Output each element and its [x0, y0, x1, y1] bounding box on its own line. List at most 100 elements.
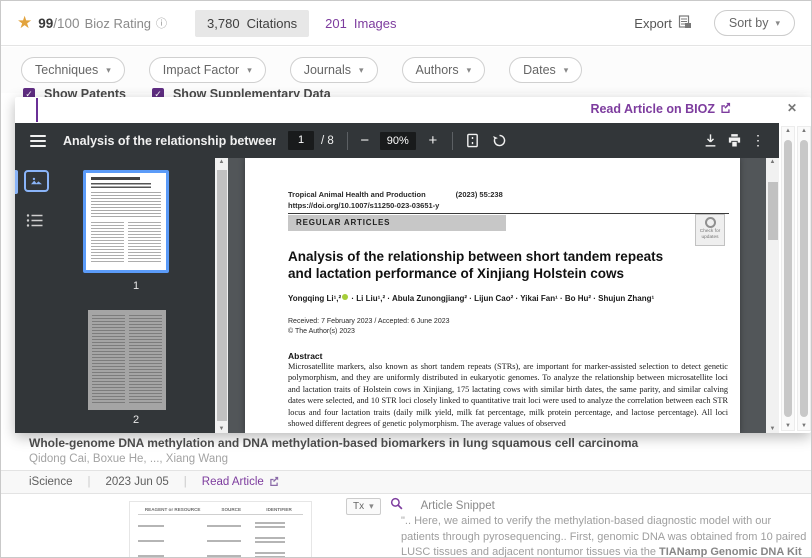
- figure-table-row: [138, 522, 303, 530]
- pdf-body: 1 2 ▲ ▼ Tropical Animal Health: [15, 158, 779, 433]
- filter-journals[interactable]: Journals ▾: [290, 57, 378, 83]
- paper-authors: Yongqing Li¹,² · Li Liu¹,² · Abula Zunon…: [288, 294, 654, 303]
- scrollbar-thumb[interactable]: [768, 182, 778, 240]
- filter-label: Authors: [416, 63, 459, 77]
- pdf-scrollbar[interactable]: ▲ ▼: [766, 158, 779, 433]
- outline-panel-icon[interactable]: [26, 213, 44, 233]
- rating-label: Bioz Rating: [85, 16, 151, 31]
- figure-table-row: [138, 552, 303, 558]
- meta-separator: |: [184, 476, 187, 488]
- export-button[interactable]: Export: [634, 15, 692, 32]
- citation-journal: iScience: [29, 476, 72, 488]
- zoom-level: 90%: [380, 132, 416, 150]
- page-number-input[interactable]: 1: [288, 131, 314, 150]
- chevron-down-icon: ▾: [775, 18, 780, 29]
- page-thumbnail-1[interactable]: [83, 170, 169, 273]
- filter-label: Dates: [523, 63, 556, 77]
- scrollbar-thumb[interactable]: [800, 140, 808, 417]
- page-thumbnail-2[interactable]: [88, 310, 166, 410]
- text-size-dropdown[interactable]: Tx ▾: [346, 498, 381, 515]
- scroll-down-icon[interactable]: ▼: [766, 426, 779, 432]
- scroll-down-icon[interactable]: ▼: [215, 426, 228, 432]
- tab-citations[interactable]: 3,780 Citations: [195, 10, 309, 37]
- paper-title-line2: and lactation performance of Xinjiang Ho…: [288, 265, 663, 282]
- sort-by-label: Sort by: [729, 16, 769, 30]
- abstract-heading: Abstract: [288, 351, 322, 361]
- received-line: Received: 7 February 2023 / Accepted: 6 …: [288, 317, 450, 327]
- pdf-modal: Read Article on BIOZ ✕ Analysis of the r…: [15, 97, 811, 433]
- external-link-icon: [720, 102, 731, 116]
- outer-scrollbar[interactable]: ▲ ▼: [797, 126, 811, 431]
- thumbnails-panel-icon[interactable]: [24, 170, 49, 192]
- citation-date: 2023 Jun 05: [105, 476, 168, 488]
- citation-authors: Qidong Cai, Boxue He, ..., Xiang Wang: [29, 453, 228, 465]
- filter-techniques[interactable]: Techniques ▾: [21, 57, 125, 83]
- snippet-heading: Article Snippet: [421, 500, 495, 512]
- copyright-line: © The Author(s) 2023: [288, 327, 450, 337]
- download-icon[interactable]: [703, 133, 718, 148]
- pdf-toolbar: Analysis of the relationship between sho…: [15, 123, 779, 158]
- scrollbar-thumb[interactable]: [217, 170, 227, 421]
- filter-authors[interactable]: Authors ▾: [402, 57, 486, 83]
- section-label: REGULAR ARTICLES: [288, 215, 506, 231]
- doi-link: https://doi.org/10.1007/s11250-023-03651…: [288, 201, 439, 210]
- print-icon[interactable]: [727, 133, 742, 148]
- external-link-icon: [269, 476, 279, 489]
- paper-title: Analysis of the relationship between sho…: [288, 248, 663, 282]
- top-bar: ★ 99 /100 Bioz Rating ⓘ 3,780 Citations …: [1, 1, 811, 46]
- chevron-down-icon: ▾: [564, 65, 569, 76]
- chevron-down-icon: ▾: [369, 501, 374, 512]
- citation-meta-bar: iScience | 2023 Jun 05 | Read Article: [1, 470, 811, 494]
- filter-label: Impact Factor: [163, 63, 239, 77]
- filter-dates[interactable]: Dates ▾: [509, 57, 582, 83]
- toolbar-divider: [452, 132, 453, 150]
- figure-col-header: REAGENT or RESOURCE: [138, 507, 207, 512]
- figure-col-header: SOURCE: [207, 507, 255, 512]
- modal-header: Read Article on BIOZ ✕: [15, 97, 811, 123]
- fit-page-icon[interactable]: [465, 133, 480, 148]
- chevron-down-icon: ▾: [106, 65, 111, 76]
- filter-label: Journals: [304, 63, 351, 77]
- check-updates-text: updates: [696, 235, 724, 241]
- close-icon[interactable]: ✕: [787, 101, 797, 115]
- scroll-up-icon[interactable]: ▲: [215, 159, 228, 165]
- figure-table-row: [138, 537, 303, 545]
- thumbnail-label: 2: [57, 414, 215, 426]
- thumbnail-scrollbar[interactable]: ▲ ▼: [215, 158, 228, 433]
- sort-by-dropdown[interactable]: Sort by ▾: [714, 10, 795, 36]
- citation-title[interactable]: Whole-genome DNA methylation and DNA met…: [29, 436, 638, 450]
- rotate-icon[interactable]: [492, 133, 507, 148]
- journal-issue: (2023) 55:238: [456, 190, 503, 199]
- figure-col-header: IDENTIFIER: [255, 507, 303, 512]
- scrollbar-thumb[interactable]: [784, 140, 792, 417]
- read-on-bioz-link[interactable]: Read Article on BIOZ: [590, 102, 731, 116]
- orcid-icon: [342, 294, 348, 300]
- snippet-product-bold: TIANamp Genomic DNA Kit: [659, 546, 802, 558]
- pdf-sidebar-strip: [15, 158, 57, 433]
- scroll-down-icon[interactable]: ▼: [798, 423, 810, 429]
- page-total: / 8: [321, 135, 334, 147]
- filter-impact-factor[interactable]: Impact Factor ▾: [149, 57, 266, 83]
- modal-scrollbar[interactable]: ▲ ▼: [781, 126, 795, 431]
- paper-title-line1: Analysis of the relationship between sho…: [288, 248, 663, 265]
- scroll-up-icon[interactable]: ▲: [798, 128, 810, 134]
- export-label: Export: [634, 16, 672, 31]
- zoom-out-button[interactable]: −: [359, 132, 371, 149]
- figure-thumbnail[interactable]: REAGENT or RESOURCE SOURCE IDENTIFIER: [129, 501, 312, 558]
- chevron-down-icon: ▾: [467, 65, 472, 76]
- pdf-title: Analysis of the relationship between sho…: [63, 134, 276, 148]
- card-accent-border: [36, 98, 38, 122]
- info-icon[interactable]: ⓘ: [156, 15, 167, 31]
- search-icon[interactable]: [390, 497, 403, 515]
- active-panel-indicator: [15, 170, 18, 194]
- chevron-down-icon: ▾: [359, 65, 364, 76]
- more-options-icon[interactable]: ⋮: [751, 132, 765, 149]
- menu-icon[interactable]: [30, 132, 46, 150]
- read-article-link[interactable]: Read Article: [202, 476, 279, 489]
- journal-name: Tropical Animal Health and Production: [288, 190, 426, 199]
- scroll-up-icon[interactable]: ▲: [766, 159, 779, 165]
- tab-images[interactable]: 201 Images: [325, 16, 396, 31]
- zoom-in-button[interactable]: +: [427, 132, 439, 149]
- scroll-up-icon[interactable]: ▲: [782, 128, 794, 134]
- scroll-down-icon[interactable]: ▼: [782, 423, 794, 429]
